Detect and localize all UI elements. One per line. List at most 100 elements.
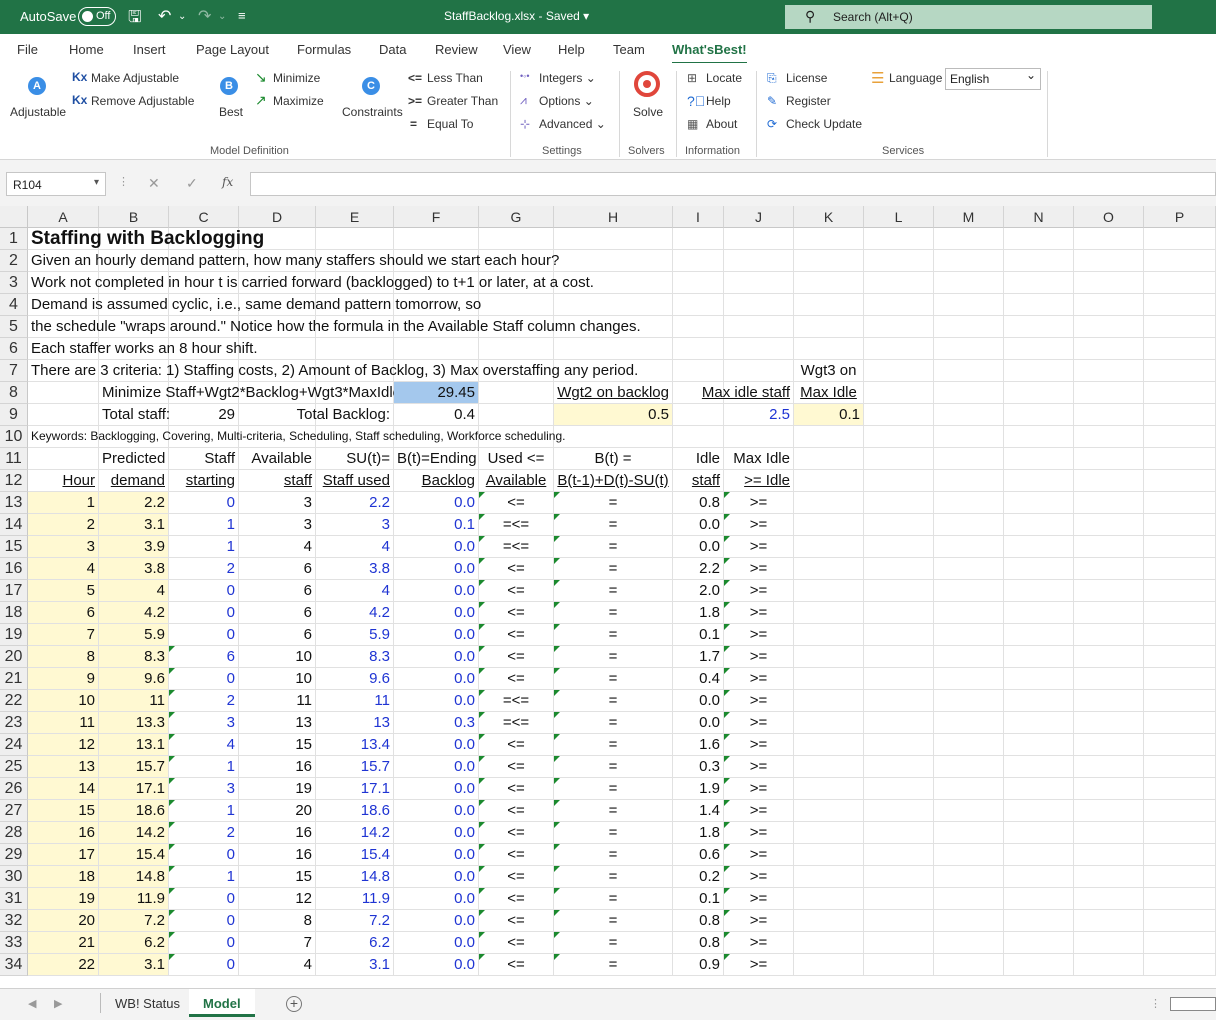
- available-staff-cell[interactable]: 10: [239, 668, 316, 690]
- staff-starting-cell[interactable]: 3: [169, 712, 239, 734]
- row-header[interactable]: 24: [0, 734, 28, 756]
- staff-starting-cell[interactable]: 0: [169, 954, 239, 976]
- grid-cell[interactable]: [1074, 316, 1144, 338]
- grid-cell[interactable]: [934, 382, 1004, 404]
- used-relation-cell[interactable]: <=: [479, 558, 554, 580]
- available-staff-cell[interactable]: 6: [239, 580, 316, 602]
- backlog-cell[interactable]: 0.0: [394, 536, 479, 558]
- grid-cell[interactable]: [934, 778, 1004, 800]
- backlog-equation-cell[interactable]: =: [554, 954, 673, 976]
- used-relation-cell[interactable]: <=: [479, 954, 554, 976]
- grid-cell[interactable]: [1144, 316, 1216, 338]
- make-adjustable-button[interactable]: Make Adjustable: [91, 71, 179, 85]
- backlog-equation-cell[interactable]: =: [554, 734, 673, 756]
- autosave-toggle[interactable]: Off: [78, 7, 116, 26]
- used-relation-cell[interactable]: <=: [479, 624, 554, 646]
- grid-cell[interactable]: [1074, 800, 1144, 822]
- row-header[interactable]: 6: [0, 338, 28, 360]
- grid-cell[interactable]: [724, 426, 794, 448]
- staff-starting-cell[interactable]: 1: [169, 514, 239, 536]
- row-header[interactable]: 9: [0, 404, 28, 426]
- grid-cell[interactable]: [673, 338, 724, 360]
- grid-cell[interactable]: [1144, 800, 1216, 822]
- grid-cell[interactable]: [1004, 272, 1074, 294]
- grid-cell[interactable]: [1144, 536, 1216, 558]
- grid-cell[interactable]: [1144, 866, 1216, 888]
- used-relation-cell[interactable]: <=: [479, 888, 554, 910]
- prev-sheet-icon[interactable]: ◀: [28, 997, 36, 1010]
- grid-cell[interactable]: [479, 404, 554, 426]
- available-staff-cell[interactable]: 12: [239, 888, 316, 910]
- grid-cell[interactable]: [724, 250, 794, 272]
- grid-cell[interactable]: [1074, 250, 1144, 272]
- backlog-cell[interactable]: 0.0: [394, 822, 479, 844]
- row-header[interactable]: 25: [0, 756, 28, 778]
- grid-cell[interactable]: [554, 228, 673, 250]
- backlog-equation-cell[interactable]: =: [554, 800, 673, 822]
- table-header[interactable]: SU(t)=: [316, 448, 394, 470]
- grid-cell[interactable]: [1004, 536, 1074, 558]
- staff-used-cell[interactable]: 13.4: [316, 734, 394, 756]
- grid-cell[interactable]: [794, 492, 864, 514]
- staff-starting-cell[interactable]: 2: [169, 690, 239, 712]
- grid-cell[interactable]: [1004, 690, 1074, 712]
- tab-help[interactable]: Help: [558, 42, 585, 57]
- customize-toolbar-icon[interactable]: ≡: [238, 8, 246, 23]
- idle-staff-cell[interactable]: 0.8: [673, 492, 724, 514]
- used-relation-cell[interactable]: <=: [479, 646, 554, 668]
- staff-used-cell[interactable]: 8.3: [316, 646, 394, 668]
- description-line[interactable]: Given an hourly demand pattern, how many…: [28, 250, 559, 272]
- idle-staff-cell[interactable]: 0.0: [673, 536, 724, 558]
- grid-cell[interactable]: [864, 734, 934, 756]
- tab-data[interactable]: Data: [379, 42, 406, 57]
- grid-cell[interactable]: [794, 250, 864, 272]
- grid-cell[interactable]: [794, 932, 864, 954]
- description-line[interactable]: the schedule "wraps around." Notice how …: [28, 316, 641, 338]
- enter-icon[interactable]: ✓: [186, 175, 198, 192]
- grid-cell[interactable]: [794, 910, 864, 932]
- staff-used-cell[interactable]: 5.9: [316, 624, 394, 646]
- idle-staff-cell[interactable]: 0.2: [673, 866, 724, 888]
- table-header[interactable]: starting: [169, 470, 239, 492]
- table-header[interactable]: B(t)=Ending: [394, 448, 479, 470]
- grid-cell[interactable]: [1004, 822, 1074, 844]
- grid-cell[interactable]: [1144, 448, 1216, 470]
- table-header[interactable]: staff: [673, 470, 724, 492]
- row-header[interactable]: 30: [0, 866, 28, 888]
- grid-cell[interactable]: [934, 800, 1004, 822]
- table-header[interactable]: B(t-1)+D(t)-SU(t): [554, 470, 673, 492]
- available-staff-cell[interactable]: 19: [239, 778, 316, 800]
- grid-cell[interactable]: [1004, 448, 1074, 470]
- equal-to-button[interactable]: Equal To: [427, 117, 473, 131]
- redo-icon[interactable]: ↷: [198, 6, 211, 26]
- greater-than-button[interactable]: Greater Than: [427, 94, 498, 108]
- less-than-button[interactable]: Less Than: [427, 71, 483, 85]
- idle-staff-cell[interactable]: 0.4: [673, 668, 724, 690]
- backlog-cell[interactable]: 0.0: [394, 844, 479, 866]
- grid-cell[interactable]: [673, 228, 724, 250]
- staff-starting-cell[interactable]: 0: [169, 668, 239, 690]
- table-header[interactable]: Backlog: [394, 470, 479, 492]
- grid-cell[interactable]: [1004, 514, 1074, 536]
- grid-cell[interactable]: [1074, 734, 1144, 756]
- grid-cell[interactable]: [934, 734, 1004, 756]
- grid-cell[interactable]: [394, 338, 479, 360]
- demand-cell[interactable]: 6.2: [99, 932, 169, 954]
- grid-cell[interactable]: [1144, 954, 1216, 976]
- grid-cell[interactable]: [864, 426, 934, 448]
- row-header[interactable]: 11: [0, 448, 28, 470]
- staff-starting-cell[interactable]: 0: [169, 910, 239, 932]
- grid-cell[interactable]: [1004, 470, 1074, 492]
- add-sheet-icon[interactable]: +: [286, 996, 302, 1012]
- max-idle-relation-cell[interactable]: >=: [724, 558, 794, 580]
- available-staff-cell[interactable]: 16: [239, 822, 316, 844]
- grid-cell[interactable]: [794, 734, 864, 756]
- grid-cell[interactable]: [794, 514, 864, 536]
- staff-used-cell[interactable]: 4: [316, 580, 394, 602]
- wgt3-label-top[interactable]: Wgt3 on: [794, 360, 864, 382]
- grid-cell[interactable]: [934, 888, 1004, 910]
- backlog-cell[interactable]: 0.0: [394, 734, 479, 756]
- hour-cell[interactable]: 12: [28, 734, 99, 756]
- table-header[interactable]: Predicted: [99, 448, 169, 470]
- backlog-cell[interactable]: 0.0: [394, 492, 479, 514]
